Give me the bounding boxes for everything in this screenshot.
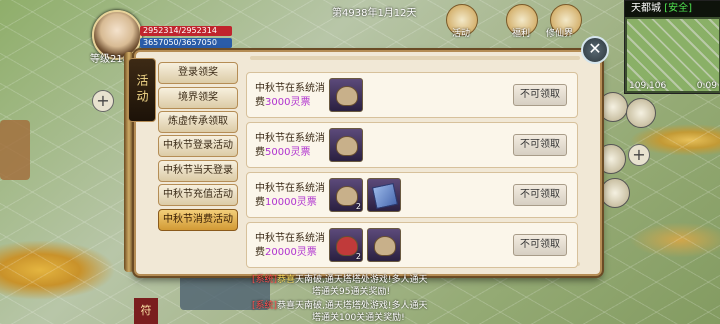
- skill-icon[interactable]: [598, 92, 628, 122]
- talisman-button[interactable]: 符: [134, 298, 158, 324]
- sidebar-item-midautumn-day-login[interactable]: 中秋节当天登录: [158, 160, 238, 182]
- map-name: 天都城: [631, 3, 661, 14]
- skill-icon[interactable]: [600, 178, 630, 208]
- claim-button[interactable]: 不可领取: [513, 184, 567, 206]
- reward-item-slot[interactable]: 2: [329, 178, 363, 212]
- sidebar-item-login-reward[interactable]: 登录领奖: [158, 62, 238, 84]
- chat-line: 塔通关95通关奖励!: [312, 287, 391, 297]
- item-count: 2: [355, 252, 361, 261]
- sidebar-item-midautumn-login[interactable]: 中秋节登录活动: [158, 135, 238, 157]
- reward-condition: 中秋节在系统消 费5000灵票: [255, 133, 325, 158]
- expand-plus-icon-right[interactable]: +: [628, 144, 650, 166]
- minimap[interactable]: 天都城 [安全] 109,106 0:09: [624, 0, 720, 94]
- welfare-icon-label: 福利: [512, 29, 531, 39]
- reward-condition: 中秋节在系统消 费20000灵票: [255, 233, 325, 258]
- reward-condition: 中秋节在系统消 费10000灵票: [255, 183, 325, 208]
- reward-item-slot[interactable]: [367, 228, 401, 262]
- player-card[interactable]: 等级218 2952314/2952314 3657050/3657050: [86, 6, 236, 65]
- chat-line: 塔通关100关通关奖励!: [312, 313, 405, 323]
- activity-tab[interactable]: 活动: [128, 58, 156, 122]
- reward-row: 中秋节在系统消 费3000灵票 不可领取: [246, 72, 578, 118]
- reward-item-slot[interactable]: [329, 128, 363, 162]
- red-pouch-icon: [336, 236, 358, 256]
- cultivation-world-icon-label: 修仙界: [546, 29, 574, 39]
- expand-plus-icon[interactable]: +: [92, 90, 114, 112]
- chat-line: [系统]恭喜天南破,通天塔塔处游戏!多人通天: [252, 301, 428, 311]
- clock: 0:09: [696, 81, 717, 91]
- reward-item-slot[interactable]: 2: [329, 228, 363, 262]
- close-icon[interactable]: ✕: [581, 36, 609, 64]
- hp-bar: 2952314/2952314: [140, 26, 232, 36]
- claim-button[interactable]: 不可领取: [513, 234, 567, 256]
- reward-condition: 中秋节在系统消 费3000灵票: [255, 83, 325, 108]
- item-count: 2: [355, 202, 361, 211]
- activity-icon-label: 活动: [452, 29, 471, 39]
- sidebar-item-inheritance[interactable]: 炼虚传承领取: [158, 111, 238, 133]
- spend-amount: 5000灵票: [265, 147, 311, 158]
- pouch-icon: [374, 236, 396, 256]
- sidebar-item-midautumn-recharge[interactable]: 中秋节充值活动: [158, 184, 238, 206]
- sidebar-item-realm-reward[interactable]: 境界领奖: [158, 87, 238, 109]
- player-coordinates: 109,106: [629, 81, 667, 91]
- sidebar-item-midautumn-spend[interactable]: 中秋节消费活动: [158, 209, 238, 231]
- pouch-icon: [336, 186, 358, 206]
- reward-row: 中秋节在系统消 费20000灵票 2 不可领取: [246, 222, 578, 268]
- spend-amount: 20000灵票: [265, 247, 317, 258]
- minimap-header: 天都城 [安全]: [625, 1, 720, 17]
- mp-bar: 3657050/3657050: [140, 38, 232, 48]
- skill-book-icon: [371, 182, 399, 210]
- list-top-edge: [250, 56, 580, 60]
- pouch-icon: [336, 136, 358, 156]
- claim-button[interactable]: 不可领取: [513, 84, 567, 106]
- spend-amount: 10000灵票: [265, 197, 317, 208]
- reward-row: 中秋节在系统消 费5000灵票 不可领取: [246, 122, 578, 168]
- safe-zone-status: [安全]: [664, 3, 692, 14]
- reward-item-slot[interactable]: [329, 78, 363, 112]
- pouch-icon: [336, 86, 358, 106]
- building-roof: [0, 120, 30, 180]
- spend-amount: 3000灵票: [265, 97, 311, 108]
- claim-button[interactable]: 不可领取: [513, 134, 567, 156]
- chat-line: [系统]恭喜天南破,通天塔塔处游戏!多人通天: [252, 275, 428, 285]
- reward-row: 中秋节在系统消 费10000灵票 2 不可领取: [246, 172, 578, 218]
- skill-icon[interactable]: [626, 98, 656, 128]
- reward-item-slot[interactable]: [367, 178, 401, 212]
- game-date: 第4938年1月12天: [332, 8, 417, 19]
